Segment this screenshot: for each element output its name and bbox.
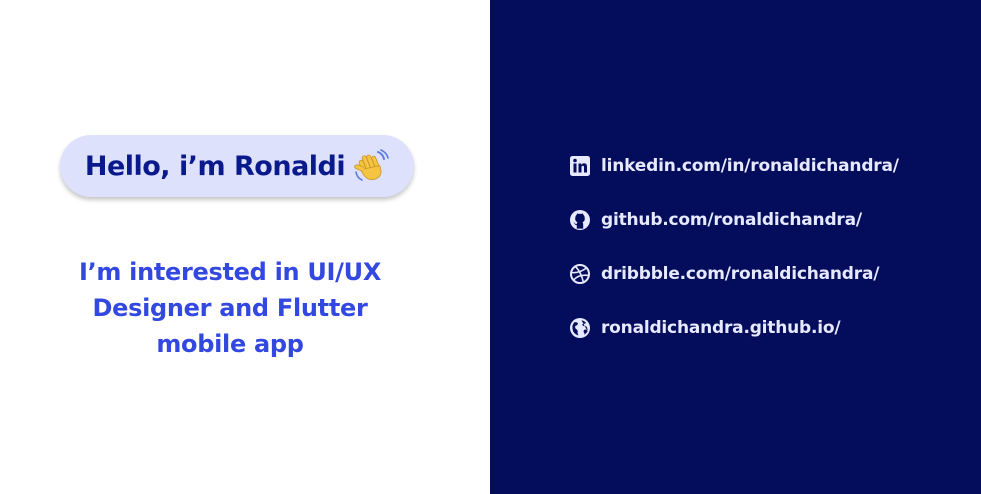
intro-panel: Hello, i’m Ronaldi I’m interested in UI/… xyxy=(0,0,490,494)
link-github[interactable]: github.com/ronaldichandra/ xyxy=(569,206,899,234)
link-text[interactable]: ronaldichandra.github.io/ xyxy=(601,318,841,338)
tagline: I’m interested in UI/UX Designer and Flu… xyxy=(40,254,420,362)
link-text[interactable]: dribbble.com/ronaldichandra/ xyxy=(601,264,879,284)
linkedin-icon xyxy=(569,155,591,177)
dribbble-icon xyxy=(569,263,591,285)
profile-card: Hello, i’m Ronaldi I’m interested in UI/… xyxy=(0,0,981,494)
link-text[interactable]: linkedin.com/in/ronaldichandra/ xyxy=(601,156,899,176)
link-website[interactable]: ronaldichandra.github.io/ xyxy=(569,314,899,342)
github-icon xyxy=(569,209,591,231)
link-text[interactable]: github.com/ronaldichandra/ xyxy=(601,210,862,230)
greeting-pill: Hello, i’m Ronaldi xyxy=(60,135,414,197)
tagline-line: I’m interested in UI/UX xyxy=(78,258,382,286)
link-dribbble[interactable]: dribbble.com/ronaldichandra/ xyxy=(569,260,899,288)
waving-hand-icon xyxy=(353,148,389,184)
social-links-list: linkedin.com/in/ronaldichandra/ github.c… xyxy=(569,152,899,368)
greeting-text: Hello, i’m Ronaldi xyxy=(84,150,346,182)
link-linkedin[interactable]: linkedin.com/in/ronaldichandra/ xyxy=(569,152,899,180)
links-panel: linkedin.com/in/ronaldichandra/ github.c… xyxy=(490,0,981,494)
globe-icon xyxy=(569,317,591,339)
tagline-line: Designer and Flutter xyxy=(92,294,368,322)
tagline-line: mobile app xyxy=(156,330,304,358)
